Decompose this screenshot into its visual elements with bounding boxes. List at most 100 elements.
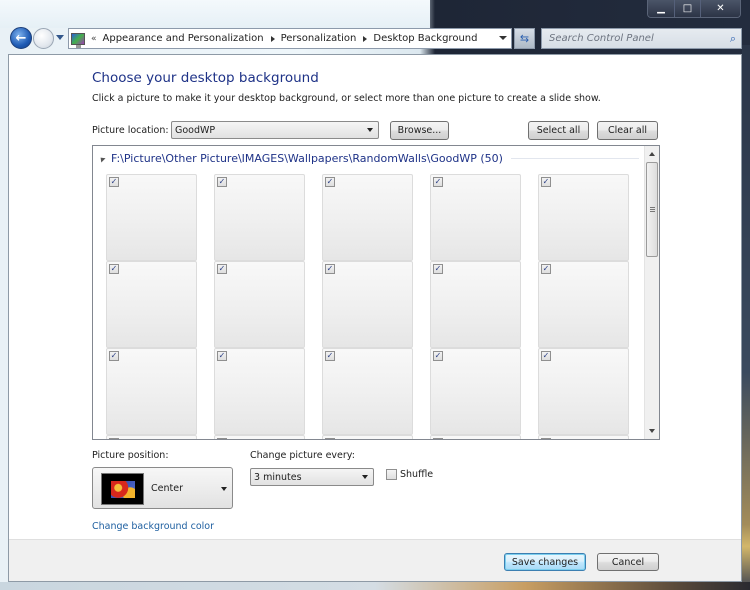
picture-position-select[interactable]: Center xyxy=(92,467,233,509)
thumbnail-grid: ✓ ✓ ✓ ✓ ✓ ✓ ✓ ✓ ✓ ✓ ✓ ✓ ✓ ✓ ✓ ✓ ✓ ✓ ✓ ✓ xyxy=(106,174,636,439)
recent-pages-dropdown-icon[interactable] xyxy=(56,35,64,40)
cancel-button[interactable]: Cancel xyxy=(597,553,659,571)
breadcrumb-appearance[interactable]: Appearance and Personalization xyxy=(103,33,264,44)
picture-thumbnail[interactable]: ✓ xyxy=(106,348,197,435)
address-bar[interactable]: « Appearance and Personalization Persona… xyxy=(68,28,512,49)
picture-checkbox-icon[interactable]: ✓ xyxy=(541,351,551,361)
picture-checkbox-icon[interactable]: ✓ xyxy=(109,438,119,439)
picture-checkbox-icon[interactable]: ✓ xyxy=(325,351,335,361)
picture-checkbox-icon[interactable]: ✓ xyxy=(541,438,551,439)
maximize-button[interactable]: □ xyxy=(674,0,700,17)
picture-thumbnail[interactable]: ✓ xyxy=(430,435,521,439)
breadcrumb-desktop-background[interactable]: Desktop Background xyxy=(373,33,477,44)
picture-checkbox-icon[interactable]: ✓ xyxy=(433,177,443,187)
picture-checkbox-icon[interactable]: ✓ xyxy=(433,438,443,439)
shuffle-checkbox[interactable]: Shuffle xyxy=(386,469,433,480)
picture-thumbnail[interactable]: ✓ xyxy=(322,435,413,439)
picture-list: F:\Picture\Other Picture\IMAGES\Wallpape… xyxy=(92,145,660,440)
picture-thumbnail[interactable]: ✓ xyxy=(214,348,305,435)
picture-thumbnail[interactable]: ✓ xyxy=(214,174,305,261)
minimize-icon: ▁ xyxy=(657,3,665,14)
picture-thumbnail[interactable]: ✓ xyxy=(214,261,305,348)
page-title: Choose your desktop background xyxy=(92,70,319,86)
caption-buttons: ▁ □ ✕ xyxy=(647,0,741,18)
picture-checkbox-icon[interactable]: ✓ xyxy=(217,351,227,361)
picture-thumbnail[interactable]: ✓ xyxy=(106,261,197,348)
close-icon: ✕ xyxy=(716,3,725,14)
breadcrumb-personalization[interactable]: Personalization xyxy=(281,33,357,44)
picture-checkbox-icon[interactable]: ✓ xyxy=(541,177,551,187)
picture-thumbnail[interactable]: ✓ xyxy=(538,435,629,439)
search-input[interactable] xyxy=(549,33,719,44)
footer-bar: Save changes Cancel xyxy=(9,539,741,581)
address-dropdown-icon[interactable] xyxy=(499,36,507,40)
chevron-down-icon xyxy=(221,487,227,491)
refresh-icon: ⇆ xyxy=(519,32,530,45)
breadcrumb-separator-icon[interactable] xyxy=(270,35,275,42)
picture-thumbnail[interactable]: ✓ xyxy=(214,435,305,439)
breadcrumb-separator-icon[interactable] xyxy=(363,35,368,42)
picture-checkbox-icon[interactable]: ✓ xyxy=(433,264,443,274)
picture-thumbnail[interactable]: ✓ xyxy=(430,261,521,348)
picture-group-header[interactable]: F:\Picture\Other Picture\IMAGES\Wallpape… xyxy=(98,152,639,165)
scroll-down-icon[interactable] xyxy=(649,429,655,433)
control-panel-icon xyxy=(71,32,85,48)
save-changes-button[interactable]: Save changes xyxy=(504,553,586,571)
picture-thumbnail[interactable]: ✓ xyxy=(538,174,629,261)
title-bar[interactable] xyxy=(0,0,430,28)
picture-checkbox-icon[interactable]: ✓ xyxy=(541,264,551,274)
close-button[interactable]: ✕ xyxy=(700,0,740,17)
picture-checkbox-icon[interactable]: ✓ xyxy=(109,264,119,274)
picture-thumbnail[interactable]: ✓ xyxy=(538,261,629,348)
picture-thumbnail[interactable]: ✓ xyxy=(430,174,521,261)
browse-button[interactable]: Browse... xyxy=(390,121,449,140)
picture-location-label: Picture location: xyxy=(92,125,169,136)
picture-thumbnail[interactable]: ✓ xyxy=(538,348,629,435)
refresh-button[interactable]: ⇆ xyxy=(514,28,535,49)
vertical-scrollbar[interactable] xyxy=(644,146,659,439)
picture-checkbox-icon[interactable]: ✓ xyxy=(325,177,335,187)
picture-thumbnail[interactable]: ✓ xyxy=(322,174,413,261)
picture-thumbnail[interactable]: ✓ xyxy=(322,348,413,435)
scroll-up-icon[interactable] xyxy=(649,152,655,156)
picture-checkbox-icon[interactable]: ✓ xyxy=(109,177,119,187)
picture-checkbox-icon[interactable]: ✓ xyxy=(109,351,119,361)
checkbox-icon[interactable] xyxy=(386,469,397,480)
maximize-icon: □ xyxy=(682,3,693,14)
picture-location-select[interactable]: GoodWP xyxy=(171,121,379,139)
breadcrumb-overflow-icon[interactable]: « xyxy=(91,34,97,44)
picture-position-label: Picture position: xyxy=(92,450,169,461)
picture-checkbox-icon[interactable]: ✓ xyxy=(325,438,335,439)
picture-thumbnail[interactable]: ✓ xyxy=(430,348,521,435)
position-preview-image xyxy=(101,473,144,505)
flower-thumbnail xyxy=(111,481,135,498)
content-pane: Choose your desktop background Click a p… xyxy=(8,54,742,582)
select-all-button[interactable]: Select all xyxy=(528,121,589,140)
picture-location-value: GoodWP xyxy=(175,124,216,136)
collapse-group-icon[interactable] xyxy=(98,154,106,163)
page-description: Click a picture to make it your desktop … xyxy=(92,93,601,104)
window-border-right xyxy=(742,45,750,590)
picture-thumbnail[interactable]: ✓ xyxy=(106,435,197,439)
minimize-button[interactable]: ▁ xyxy=(648,0,674,17)
clear-all-button[interactable]: Clear all xyxy=(597,121,658,140)
picture-checkbox-icon[interactable]: ✓ xyxy=(325,264,335,274)
forward-button[interactable] xyxy=(33,28,54,49)
picture-checkbox-icon[interactable]: ✓ xyxy=(433,351,443,361)
picture-checkbox-icon[interactable]: ✓ xyxy=(217,264,227,274)
shuffle-label: Shuffle xyxy=(400,469,434,480)
change-interval-select[interactable]: 3 minutes xyxy=(250,468,374,486)
change-interval-value: 3 minutes xyxy=(254,471,302,483)
change-picture-every-label: Change picture every: xyxy=(250,450,355,461)
picture-group-title: F:\Picture\Other Picture\IMAGES\Wallpape… xyxy=(111,152,503,165)
picture-thumbnail[interactable]: ✓ xyxy=(322,261,413,348)
back-arrow-icon: ← xyxy=(15,30,27,46)
back-button[interactable]: ← xyxy=(10,27,32,49)
picture-checkbox-icon[interactable]: ✓ xyxy=(217,177,227,187)
scrollbar-thumb[interactable] xyxy=(646,162,658,257)
search-icon[interactable]: ⌕ xyxy=(730,32,736,46)
picture-thumbnail[interactable]: ✓ xyxy=(106,174,197,261)
grip-icon xyxy=(650,207,655,212)
change-background-color-link[interactable]: Change background color xyxy=(92,521,214,532)
picture-checkbox-icon[interactable]: ✓ xyxy=(217,438,227,439)
